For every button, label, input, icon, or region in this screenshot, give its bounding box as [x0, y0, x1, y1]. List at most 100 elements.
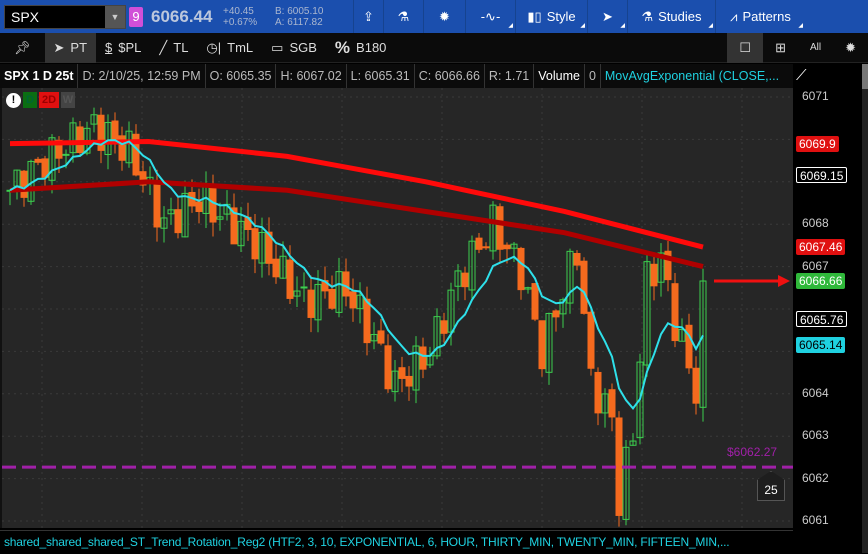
change-pct: +0.67% [223, 16, 258, 28]
candle-body [503, 244, 511, 250]
chart-canvas[interactable] [2, 88, 793, 528]
pl-tool[interactable]: $ $PL [96, 33, 150, 63]
badge-w[interactable]: W [61, 92, 75, 108]
scrollbar[interactable] [862, 64, 868, 553]
price-marker: 6065.76 [796, 311, 848, 328]
chart-settings-button[interactable]: ✹ [833, 33, 868, 63]
change-value: +40.45 [223, 5, 254, 17]
candle-body [286, 259, 294, 299]
trendline-tool[interactable]: ╱ TL [150, 33, 197, 63]
patterns-label: Patterns [742, 9, 791, 24]
style-button[interactable]: ▮▯ Style ◢ [515, 0, 587, 33]
chevron-down-icon[interactable]: ▼ [105, 5, 125, 28]
candle-body [174, 209, 182, 234]
cursor-icon: ➤ [602, 8, 613, 24]
main-toolbar: SPX ▼ 9 6066.44 +40.45 +0.67% B: 6005.10 A:… [0, 0, 868, 33]
last-price: 6066.44 [151, 6, 213, 26]
studies-button[interactable]: ⚗ Studies ◢ [627, 0, 715, 33]
pointer-tool[interactable]: ➤ PT [44, 32, 97, 63]
price-marker: 6069.15 [796, 167, 848, 184]
scale-icon[interactable]: ⟋ [796, 67, 807, 84]
candle-body [62, 153, 70, 156]
candle-body [349, 291, 357, 309]
candle-body [482, 246, 490, 249]
candle-body [363, 298, 371, 344]
timeframe-badges: ! D 2D W [6, 92, 75, 108]
patterns-icon: ⩘ [730, 8, 738, 24]
candle-body [377, 330, 385, 344]
link-group-badge[interactable]: 9 [129, 6, 143, 27]
axis-tick-label: 6068 [802, 216, 829, 231]
tool-label: TmL [227, 40, 254, 55]
heartbeat-button[interactable]: -∿- ◢ [465, 0, 515, 33]
pin-button[interactable]: 📌︎ [0, 33, 45, 63]
alert-icon[interactable]: ! [6, 92, 21, 108]
badge-d[interactable]: D [23, 92, 37, 108]
candle-body [580, 260, 588, 314]
candle-body [251, 228, 259, 260]
cursor-button[interactable]: ➤ ◢ [587, 0, 627, 33]
candle-body [552, 310, 560, 318]
candle-body [328, 288, 336, 309]
patterns-button[interactable]: ⩘ Patterns ◢ [715, 0, 805, 33]
single-layout-button[interactable]: ☐ [727, 32, 764, 63]
pin-icon: 📌︎ [14, 39, 31, 55]
price-marker: 6066.66 [796, 273, 846, 290]
candle-body [195, 201, 203, 213]
clock-icon: ◷| [206, 39, 222, 55]
bid-ask: B: 6005.10 A: 6117.82 [275, 6, 345, 28]
price-chart[interactable]: 25 $6062.27 [0, 88, 793, 528]
price-marker: 6069.9 [796, 135, 839, 152]
bar-close: C: 6066.66 [415, 64, 485, 88]
tool-label: TL [173, 40, 189, 55]
style-label: Style [546, 9, 576, 24]
rect-icon: ▭ [271, 39, 284, 55]
study-footer[interactable]: shared_shared_shared_ST_Trend_Rotation_R… [0, 530, 793, 553]
badge-2d[interactable]: 2D [39, 92, 59, 108]
bid: B: 6005.10 [275, 5, 324, 17]
candle-body [615, 417, 623, 516]
sgb-tool[interactable]: ▭ SGB [262, 33, 326, 63]
candle-body [34, 158, 42, 163]
candle-body [538, 320, 546, 370]
candle-body [153, 180, 161, 228]
price-change: +40.45 +0.67% [223, 6, 267, 28]
candle-body [671, 283, 679, 342]
percent-icon: % [334, 37, 351, 57]
candle-body [517, 247, 525, 291]
study-label[interactable]: MovAvgExponential (CLOSE,... [601, 64, 783, 88]
flask-icon: ⚗ [397, 8, 410, 24]
heartbeat-icon: -∿- [480, 8, 501, 24]
axis-tick-label: 6064 [802, 385, 829, 400]
drawing-toolbar: 📌︎ ➤ PT $ $PL ╱ TL ◷| TmL ▭ SGB % B180 ☐ ⊞ All… [0, 32, 868, 63]
bar-open: O: 6065.35 [206, 64, 277, 88]
candle-body [272, 258, 280, 278]
gear-icon: ✹ [845, 39, 856, 55]
b180-tool[interactable]: % B180 [326, 33, 396, 63]
candle-body [209, 187, 217, 223]
symbol-input[interactable]: SPX ▼ [4, 4, 126, 29]
candle-body [76, 126, 84, 154]
gear-icon: ✹ [439, 8, 450, 24]
all-button[interactable]: All [798, 33, 833, 63]
cursor-icon: ➤ [53, 39, 65, 55]
candle-body [573, 253, 581, 266]
axis-tick-label: 6067 [802, 258, 829, 273]
volume-label: Volume [534, 64, 585, 88]
candle-body [531, 283, 539, 320]
volume-value: 0 [585, 64, 601, 88]
bar-high: H: 6067.02 [276, 64, 347, 88]
tool-label: B180 [356, 40, 387, 55]
flask-button[interactable]: ⚗ [383, 0, 423, 33]
ask: A: 6117.82 [275, 16, 323, 28]
grid-layout-button[interactable]: ⊞ [763, 33, 798, 63]
bar-range: R: 1.71 [485, 64, 535, 88]
chart-info-bar: SPX 1 D 25t D: 2/10/25, 12:59 PM O: 6065… [0, 64, 793, 88]
candle-body [587, 311, 595, 369]
axis-tick-label: 6062 [802, 470, 829, 485]
timeline-tool[interactable]: ◷| TmL [197, 33, 262, 63]
settings-button[interactable]: ✹ [423, 0, 465, 33]
symbol-text: SPX [11, 8, 40, 25]
candle-body [307, 289, 315, 318]
share-button[interactable]: ⇪ [353, 0, 383, 33]
